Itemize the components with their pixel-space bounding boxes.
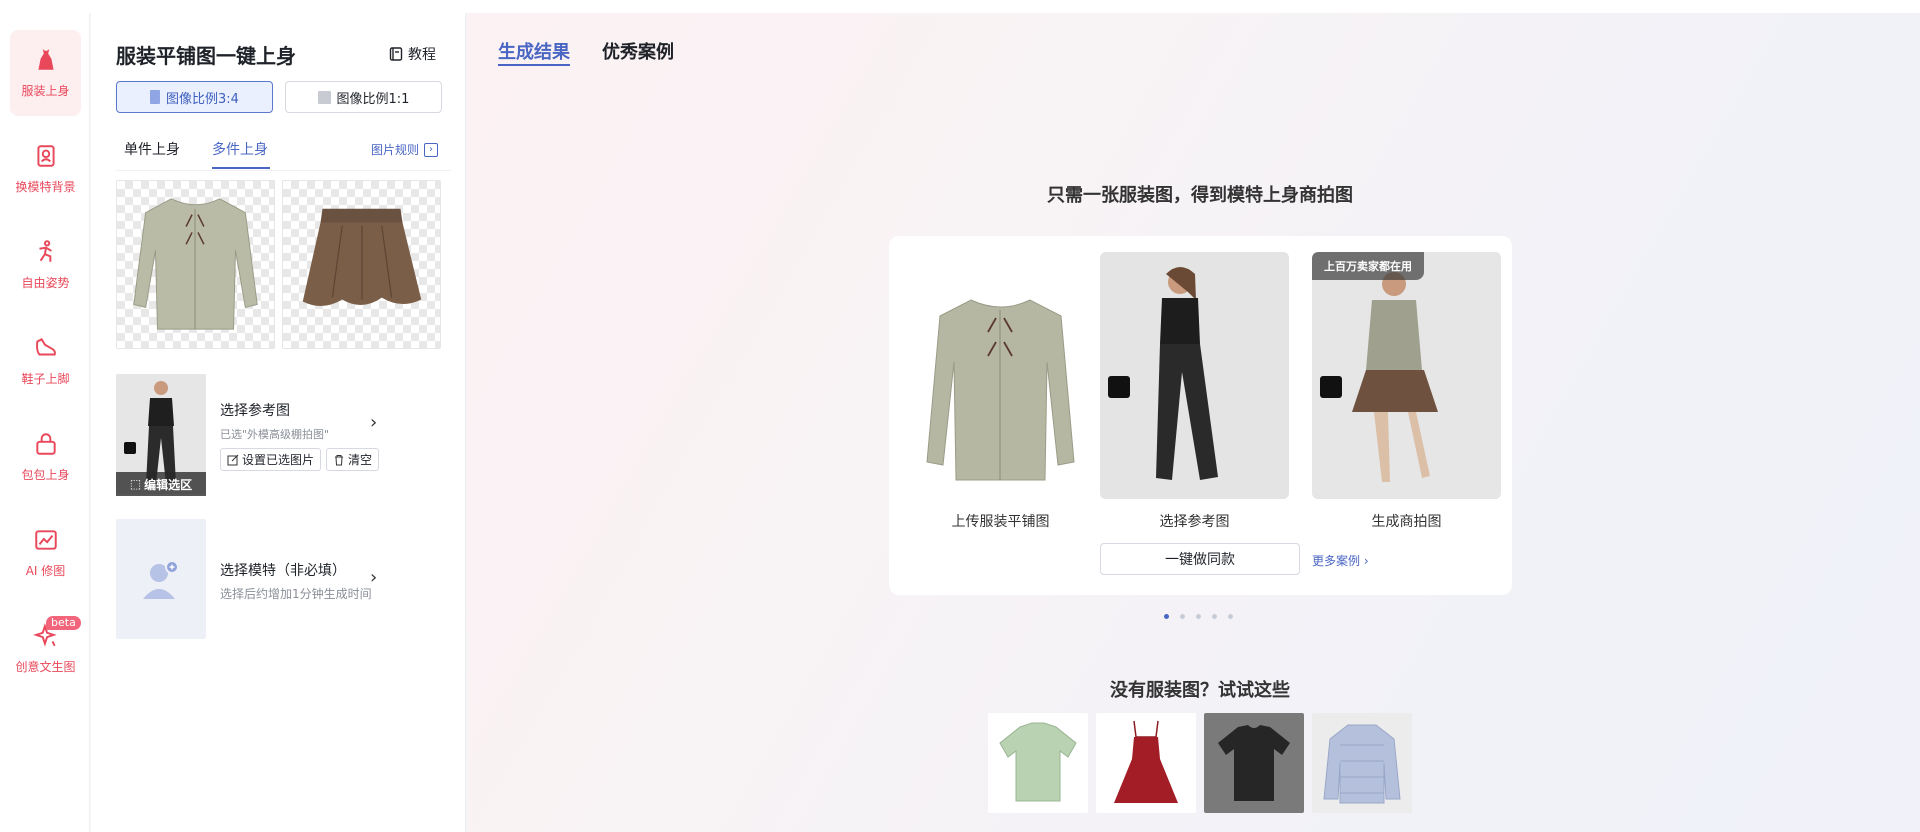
ratio-1-1-button[interactable]: 图像比例1:1 xyxy=(285,81,442,113)
skirt-image xyxy=(302,208,422,307)
shoe-icon xyxy=(35,338,56,356)
reference-model-photo xyxy=(1100,252,1289,499)
rail-item-label: 换模特背景 xyxy=(15,180,76,194)
demo-label-reference: 选择参考图 xyxy=(1159,514,1230,530)
photo-edit-icon xyxy=(34,530,57,550)
tab-divider xyxy=(116,170,451,171)
blue-puffer-image xyxy=(1312,713,1412,813)
set-selected-label: 设置已选图片 xyxy=(242,453,315,467)
rail-item-clothing-on-model[interactable]: 服装上身 xyxy=(10,30,81,116)
model-title: 选择模特（非必填） xyxy=(220,563,346,579)
model-placeholder xyxy=(116,519,206,639)
make-same-style-button[interactable]: 一键做同款 xyxy=(1100,543,1300,575)
red-dress-image xyxy=(1096,713,1196,813)
demo-flat-garment-image xyxy=(906,252,1095,499)
rail-item-label: 包包上身 xyxy=(21,468,70,482)
model-subtitle: 选择后约增加1分钟生成时间 xyxy=(220,587,372,601)
sample-garment-black-tee[interactable] xyxy=(1204,713,1304,813)
portrait-ratio-icon xyxy=(150,90,161,104)
tab-featured-cases[interactable]: 优秀案例 xyxy=(602,38,674,64)
tutorial-link[interactable]: 教程 xyxy=(388,44,436,64)
black-tee-image xyxy=(1204,713,1304,813)
chevron-right-icon[interactable]: › xyxy=(370,567,377,588)
tool-rail: 服装上身 换模特背景 自由姿势 鞋子上脚 包包上身 AI 修图 beta 创意文… xyxy=(0,13,90,832)
edit-selection-label: 编辑选区 xyxy=(144,477,193,492)
set-selected-image-button[interactable]: 设置已选图片 xyxy=(220,448,322,471)
demo-reference-image xyxy=(1100,252,1289,499)
top-strip xyxy=(0,0,1920,13)
add-person-icon xyxy=(143,560,179,599)
image-rules-link[interactable]: 图片规则 › xyxy=(371,141,439,158)
ratio-label: 图像比例1:1 xyxy=(336,91,410,107)
sample-garment-red-dress[interactable] xyxy=(1096,713,1196,813)
demo-generated-image: 上百万卖家都在用 xyxy=(1312,252,1501,499)
cardigan-flatlay xyxy=(906,252,1095,499)
uploaded-garment-skirt[interactable] xyxy=(282,180,441,349)
model-select-card[interactable]: 选择模特（非必填） 选择后约增加1分钟生成时间 › xyxy=(116,519,456,649)
square-ratio-icon xyxy=(317,90,331,104)
cardigan-image xyxy=(133,198,258,330)
carousel-dot[interactable] xyxy=(1228,614,1233,619)
carousel-dot[interactable] xyxy=(1212,614,1217,619)
rail-item-bags[interactable]: 包包上身 xyxy=(10,414,81,500)
arrow-right-icon: › xyxy=(424,142,439,157)
rail-item-ai-retouch[interactable]: AI 修图 xyxy=(10,510,81,596)
book-icon xyxy=(389,47,403,61)
promo-title: 只需一张服装图，得到模特上身商拍图 xyxy=(1047,185,1353,206)
rail-item-model-background[interactable]: 换模特背景 xyxy=(10,126,81,212)
uploaded-garment-top[interactable] xyxy=(116,180,275,349)
rail-item-label: AI 修图 xyxy=(25,564,66,578)
trash-icon xyxy=(335,454,343,465)
try-samples-title: 没有服装图？试试这些 xyxy=(1110,680,1290,701)
beta-badge: beta xyxy=(46,616,81,630)
pose-icon xyxy=(38,240,52,262)
rail-item-label: 鞋子上脚 xyxy=(21,372,70,386)
chevron-right-icon[interactable]: › xyxy=(370,412,377,433)
demo-card: 上百万卖家都在用 上传服装平铺图 选择参考图 生成商拍图 一键做同款 更多案例 … xyxy=(889,236,1512,595)
sample-garment-blue-puffer[interactable] xyxy=(1312,713,1412,813)
tab-multi-item[interactable]: 多件上身 xyxy=(212,139,268,159)
clear-label: 清空 xyxy=(348,453,373,467)
sample-garment-green-shirt[interactable] xyxy=(988,713,1088,813)
config-panel: 服装平铺图一键上身 教程 图像比例3:4 图像比例1:1 单件上身 多件上身 图… xyxy=(91,13,466,832)
generated-model-photo xyxy=(1312,252,1501,499)
rail-item-label: 创意文生图 xyxy=(15,660,76,674)
rail-item-shoes[interactable]: 鞋子上脚 xyxy=(10,318,81,404)
ratio-label: 图像比例3:4 xyxy=(166,91,239,107)
reference-image-card[interactable]: ⬚ 编辑选区 选择参考图 已选"外模高级棚拍图" 设置已选图片 清空 › xyxy=(116,374,456,496)
carousel-dots xyxy=(1164,614,1244,619)
reference-subtitle: 已选"外模高级棚拍图" xyxy=(220,428,330,441)
edit-selection-button[interactable]: ⬚ 编辑选区 xyxy=(116,472,206,496)
ratio-3-4-button[interactable]: 图像比例3:4 xyxy=(116,81,273,113)
rail-item-creative-text-to-image[interactable]: beta 创意文生图 xyxy=(10,606,81,692)
rail-item-free-pose[interactable]: 自由姿势 xyxy=(10,222,81,308)
clear-button[interactable]: 清空 xyxy=(326,448,380,471)
panel-title: 服装平铺图一键上身 xyxy=(116,44,296,68)
rail-item-label: 服装上身 xyxy=(21,84,70,98)
dress-icon xyxy=(37,49,54,70)
tab-single-item[interactable]: 单件上身 xyxy=(124,139,180,159)
main-tab-indicator xyxy=(498,64,570,66)
popular-badge: 上百万卖家都在用 xyxy=(1312,252,1424,280)
carousel-dot[interactable] xyxy=(1164,614,1169,619)
edit-icon: ⬚ xyxy=(129,477,142,491)
tab-active-indicator xyxy=(212,167,270,169)
carousel-dot[interactable] xyxy=(1180,614,1185,619)
reference-title: 选择参考图 xyxy=(220,403,290,419)
demo-label-upload: 上传服装平铺图 xyxy=(951,514,1050,530)
portrait-icon xyxy=(36,145,55,167)
carousel-dot[interactable] xyxy=(1196,614,1201,619)
tutorial-label: 教程 xyxy=(408,47,436,63)
tab-generation-results[interactable]: 生成结果 xyxy=(498,38,570,64)
image-rules-label: 图片规则 xyxy=(371,143,420,157)
demo-label-generated: 生成商拍图 xyxy=(1371,514,1442,530)
bag-icon xyxy=(35,433,56,455)
edit-square-icon xyxy=(227,454,239,465)
rail-item-label: 自由姿势 xyxy=(21,276,70,290)
more-cases-link[interactable]: 更多案例 › xyxy=(1312,552,1369,569)
green-shirt-image xyxy=(988,713,1088,813)
main-content: 生成结果 优秀案例 只需一张服装图，得到模特上身商拍图 上百万卖家都在用 上传服… xyxy=(467,13,1920,832)
